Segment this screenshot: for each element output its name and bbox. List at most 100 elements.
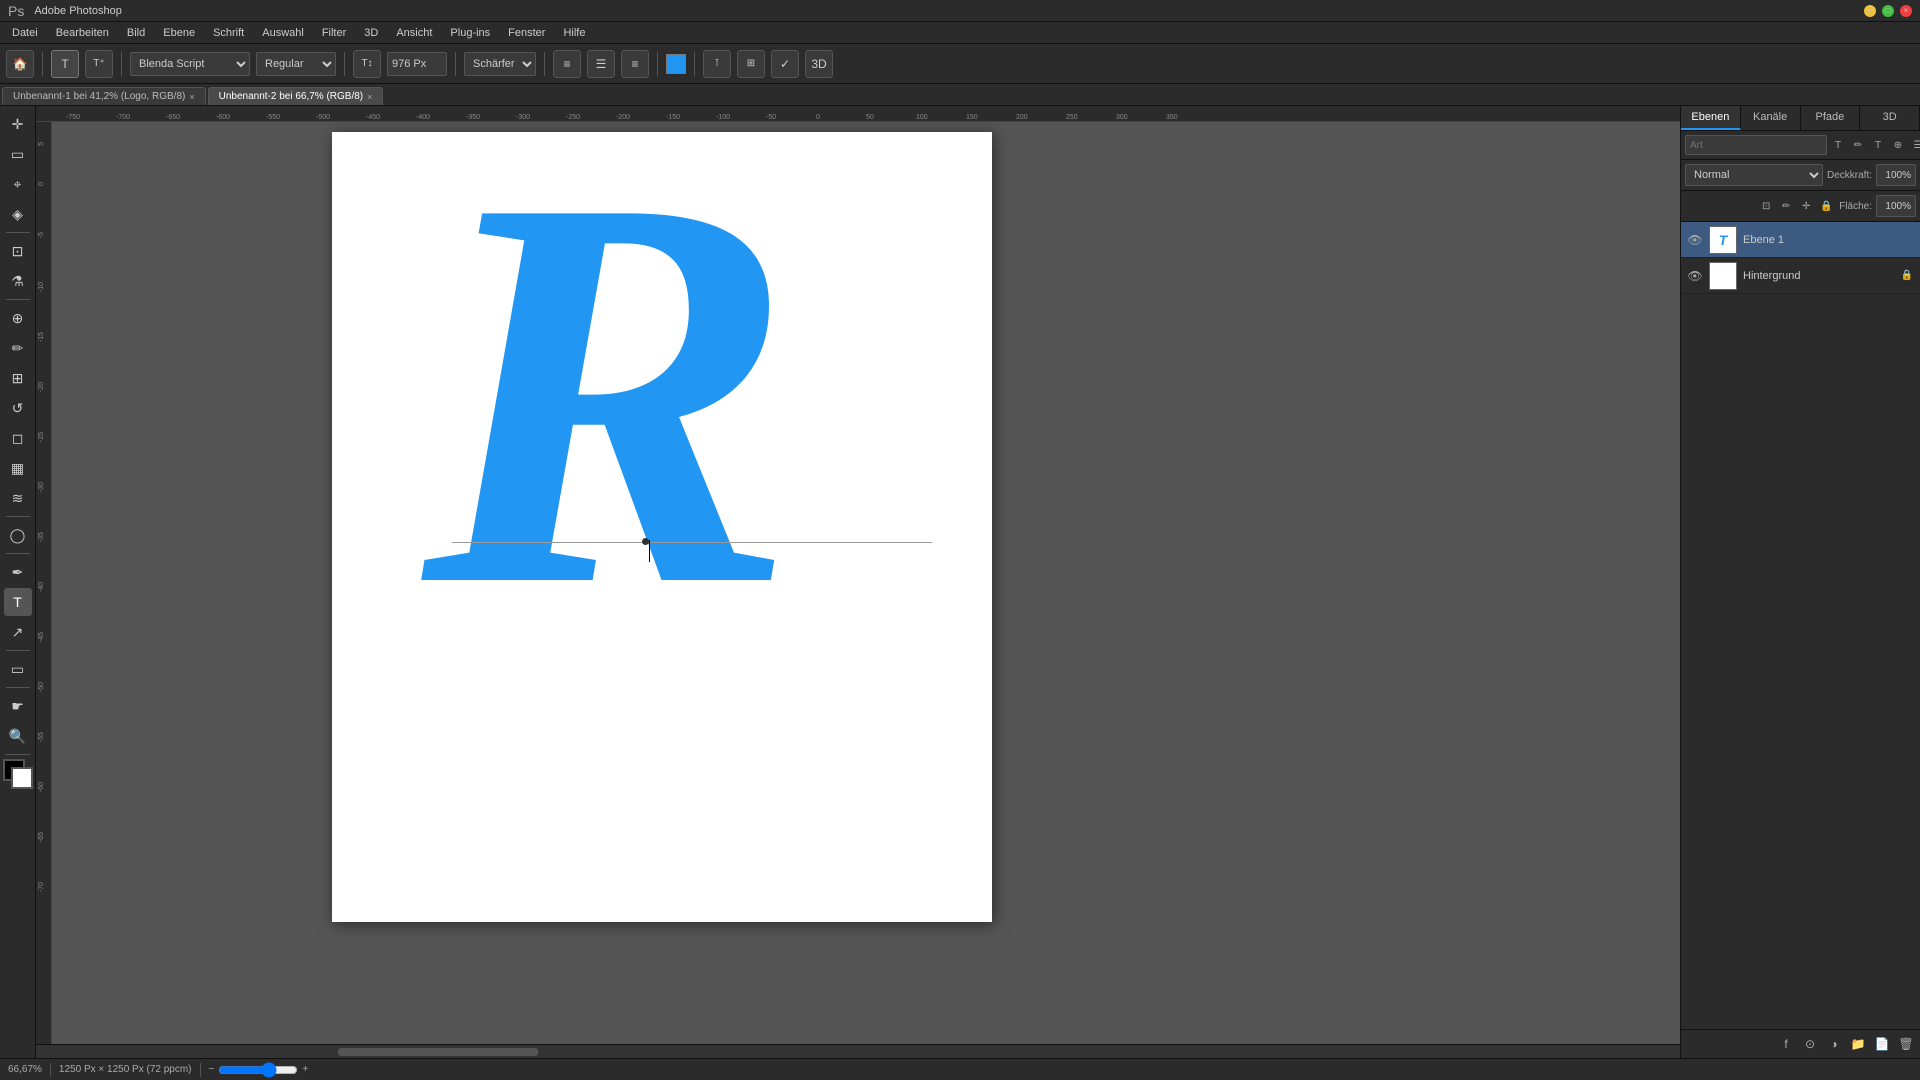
menu-hilfe[interactable]: Hilfe <box>555 25 593 41</box>
confirm-button[interactable]: ✓ <box>771 50 799 78</box>
canvas-document: R <box>332 132 992 922</box>
layer-filter-color-btn[interactable]: ☰ <box>1909 136 1920 154</box>
lasso-tool-btn[interactable]: ⌖ <box>4 170 32 198</box>
menu-auswahl[interactable]: Auswahl <box>254 25 312 41</box>
layer-1-lock-icon: 🔒 <box>1900 269 1914 283</box>
layer-filter-type-btn[interactable]: T <box>1829 136 1847 154</box>
align-center-button[interactable]: ☰ <box>587 50 615 78</box>
tab-1-close[interactable]: × <box>367 92 372 102</box>
menu-filter[interactable]: Filter <box>314 25 354 41</box>
lock-image-btn[interactable]: ✏ <box>1777 197 1795 215</box>
menu-datei[interactable]: Datei <box>4 25 46 41</box>
menu-schrift[interactable]: Schrift <box>205 25 252 41</box>
brush-btn[interactable]: ✏ <box>4 334 32 362</box>
clone-btn[interactable]: ⊞ <box>4 364 32 392</box>
toolbar: 🏠 T T⁺ Blenda Script Regular T↕ Schärfer… <box>0 44 1920 84</box>
lock-transparent-btn[interactable]: ⊡ <box>1757 197 1775 215</box>
menu-fenster[interactable]: Fenster <box>500 25 553 41</box>
close-button[interactable]: × <box>1900 5 1912 17</box>
font-style-select[interactable]: Regular <box>256 52 336 76</box>
layer-filter-adj-btn[interactable]: ✏ <box>1849 136 1867 154</box>
menu-bild[interactable]: Bild <box>119 25 153 41</box>
menu-bearbeiten[interactable]: Bearbeiten <box>48 25 117 41</box>
menu-plugins[interactable]: Plug-ins <box>442 25 498 41</box>
panel-tab-3d[interactable]: 3D <box>1860 106 1920 130</box>
menu-ebene[interactable]: Ebene <box>155 25 203 41</box>
minimize-button[interactable]: − <box>1864 5 1876 17</box>
canvas-with-ruler: 5 0 -5 -10 -15 -20 -25 -30 -35 -40 -45 -… <box>36 122 1680 1044</box>
pen-btn[interactable]: ✒ <box>4 558 32 586</box>
layer-list: 👁 T Ebene 1 👁 Hintergrund 🔒 <box>1681 222 1920 1029</box>
opacity-input[interactable] <box>1876 164 1916 186</box>
lock-all-btn[interactable]: 🔒 <box>1817 197 1835 215</box>
layer-filter-smart-btn[interactable]: ⊕ <box>1889 136 1907 154</box>
layer-1-visibility[interactable]: 👁 <box>1687 268 1703 284</box>
menu-3d[interactable]: 3D <box>356 25 386 41</box>
3d-button[interactable]: 3D <box>805 50 833 78</box>
tab-0-close[interactable]: × <box>189 92 194 102</box>
tool-sep-1 <box>6 232 30 233</box>
text-tool-left-btn[interactable]: T <box>4 588 32 616</box>
panel-tab-pfade[interactable]: Pfade <box>1801 106 1861 130</box>
dodge-btn[interactable]: ◯ <box>4 521 32 549</box>
type-mode-btn[interactable]: T⁺ <box>85 50 113 78</box>
title-bar: Ps Adobe Photoshop − □ × <box>0 0 1920 22</box>
font-family-select[interactable]: Blenda Script <box>130 52 250 76</box>
home-button[interactable]: 🏠 <box>6 50 34 78</box>
eyedropper-btn[interactable]: ⚗ <box>4 267 32 295</box>
scroll-thumb-h[interactable] <box>338 1048 538 1056</box>
maximize-button[interactable]: □ <box>1882 5 1894 17</box>
warp-text-button[interactable]: ⊺ <box>703 50 731 78</box>
history-btn[interactable]: ↺ <box>4 394 32 422</box>
layer-item-0[interactable]: 👁 T Ebene 1 <box>1681 222 1920 258</box>
text-tool-btn[interactable]: T <box>51 50 79 78</box>
layer-new-btn[interactable]: 📄 <box>1872 1034 1892 1054</box>
lock-position-btn[interactable]: ✛ <box>1797 197 1815 215</box>
background-color[interactable] <box>11 767 33 789</box>
zoom-out-icon[interactable]: − <box>209 1064 215 1075</box>
status-bar: 66,67% 1250 Px × 1250 Px (72 ppcm) − + <box>0 1058 1920 1080</box>
layer-mask-btn[interactable]: ⊙ <box>1800 1034 1820 1054</box>
healing-btn[interactable]: ⊕ <box>4 304 32 332</box>
panel-tab-ebenen[interactable]: Ebenen <box>1681 106 1741 130</box>
eraser-btn[interactable]: ◻ <box>4 424 32 452</box>
anti-alias-select[interactable]: Schärfer <box>464 52 536 76</box>
layer-0-thumbnail: T <box>1709 226 1737 254</box>
rectangle-select-btn[interactable]: ▭ <box>4 140 32 168</box>
layer-0-visibility[interactable]: 👁 <box>1687 232 1703 248</box>
scrollbar-horizontal[interactable] <box>36 1044 1680 1058</box>
move-tool-btn[interactable]: ✛ <box>4 110 32 138</box>
hand-btn[interactable]: ☛ <box>4 692 32 720</box>
baseline-guide <box>452 542 932 543</box>
tab-1[interactable]: Unbenannt-2 bei 66,7% (RGB/8) × <box>208 87 384 105</box>
zoom-btn[interactable]: 🔍 <box>4 722 32 750</box>
font-size-input[interactable] <box>387 52 447 76</box>
layer-search-input[interactable] <box>1685 135 1827 155</box>
blend-mode-select[interactable]: Normal <box>1685 164 1823 186</box>
layer-delete-btn[interactable]: 🗑 <box>1896 1034 1916 1054</box>
canvas-content[interactable]: R <box>52 122 1680 1044</box>
panel-tab-kanaele[interactable]: Kanäle <box>1741 106 1801 130</box>
layer-filter-mode-btn[interactable]: T <box>1869 136 1887 154</box>
character-panel-button[interactable]: ⊞ <box>737 50 765 78</box>
layer-group-btn[interactable]: 📁 <box>1848 1034 1868 1054</box>
crop-tool-btn[interactable]: ⊡ <box>4 237 32 265</box>
zoom-range-input[interactable] <box>218 1062 298 1078</box>
fill-input[interactable] <box>1876 195 1916 217</box>
zoom-in-icon[interactable]: + <box>302 1064 308 1075</box>
layer-search-bar: T ✏ T ⊕ ☰ <box>1681 131 1920 160</box>
text-color-swatch[interactable] <box>666 54 686 74</box>
align-right-button[interactable]: ≡ <box>621 50 649 78</box>
tab-0[interactable]: Unbenannt-1 bei 41,2% (Logo, RGB/8) × <box>2 87 206 105</box>
layer-fx-btn[interactable]: f <box>1776 1034 1796 1054</box>
align-left-button[interactable]: ≡ <box>553 50 581 78</box>
layer-item-1[interactable]: 👁 Hintergrund 🔒 <box>1681 258 1920 294</box>
shape-btn[interactable]: ▭ <box>4 655 32 683</box>
blur-btn[interactable]: ≋ <box>4 484 32 512</box>
magic-wand-btn[interactable]: ◈ <box>4 200 32 228</box>
gradient-btn[interactable]: ▦ <box>4 454 32 482</box>
menu-ansicht[interactable]: Ansicht <box>388 25 440 41</box>
zoom-slider[interactable]: − + <box>209 1062 309 1078</box>
layer-adjustment-btn[interactable]: ◑ <box>1824 1034 1844 1054</box>
path-select-btn[interactable]: ↗ <box>4 618 32 646</box>
